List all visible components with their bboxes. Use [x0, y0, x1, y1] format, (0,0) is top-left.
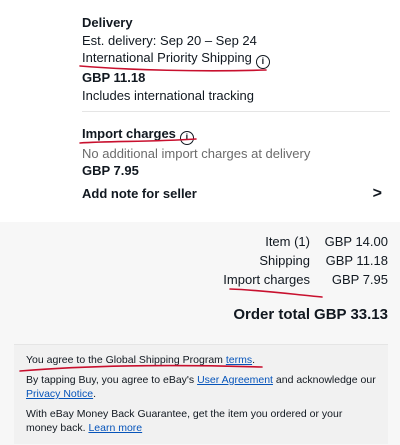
gsp-terms-link[interactable]: terms — [226, 354, 252, 366]
shipping-method[interactable]: International Priority Shipping i — [82, 50, 390, 69]
buy-agreement: By tapping Buy, you agree to eBay's User… — [26, 373, 376, 401]
summary-value: GBP 7.95 — [331, 272, 388, 287]
chevron-right-icon: > — [372, 185, 382, 202]
summary-label: Import charges — [223, 272, 310, 287]
user-agreement-link[interactable]: User Agreement — [197, 374, 273, 386]
mbg-text: With eBay Money Back Guarantee, get the … — [26, 408, 343, 434]
order-total-value: GBP 33.13 — [314, 306, 388, 323]
summary-label: Item (1) — [265, 234, 310, 249]
import-charges-heading[interactable]: Import charges i — [82, 126, 390, 145]
order-total-label: Order total — [233, 306, 310, 323]
summary-row-shipping: Shipping GBP 11.18 — [259, 253, 388, 269]
legal-notice: You agree to the Global Shipping Program… — [14, 344, 388, 444]
tap-text-middle: and acknowledge our — [272, 374, 376, 386]
import-charges-note: No additional import charges at delivery — [82, 146, 311, 161]
delivery-estimate: Est. delivery: Sep 20 – Sep 24 — [82, 33, 257, 48]
gsp-text: You agree to the Global Shipping Program — [26, 354, 226, 366]
summary-row-item: Item (1) GBP 14.00 — [265, 234, 388, 250]
checkout-details-card: Delivery Est. delivery: Sep 20 – Sep 24 … — [0, 0, 400, 222]
gsp-period: . — [252, 354, 255, 366]
import-charges-label: Import charges — [82, 126, 176, 141]
summary-value: GBP 11.18 — [325, 253, 388, 268]
summary-value: GBP 14.00 — [324, 234, 388, 249]
shipping-price: GBP 11.18 — [82, 70, 146, 85]
shipping-method-label: International Priority Shipping — [82, 50, 252, 65]
tracking-note: Includes international tracking — [82, 88, 254, 103]
info-circle-icon[interactable]: i — [255, 55, 270, 69]
learn-more-link[interactable]: Learn more — [88, 422, 142, 434]
summary-row-import: Import charges GBP 7.95 — [223, 272, 388, 288]
delivery-section: Delivery Est. delivery: Sep 20 – Sep 24 … — [82, 15, 390, 104]
add-note-label: Add note for seller — [82, 186, 197, 201]
info-circle-icon[interactable]: i — [179, 131, 194, 145]
delivery-heading: Delivery — [82, 15, 133, 30]
gsp-agreement: You agree to the Global Shipping Program… — [26, 353, 376, 367]
import-charges-section: Import charges i No additional import cha… — [82, 126, 390, 179]
order-total-row: Order total GBP 33.13 — [233, 306, 388, 323]
privacy-notice-link[interactable]: Privacy Notice — [26, 388, 93, 400]
tap-period: . — [93, 388, 97, 400]
section-divider — [82, 111, 390, 112]
money-back-guarantee: With eBay Money Back Guarantee, get the … — [26, 407, 376, 435]
add-note-for-seller-row[interactable]: Add note for seller > — [82, 184, 382, 204]
import-charges-price: GBP 7.95 — [82, 163, 139, 178]
tap-text: By tapping Buy, you agree to eBay's — [26, 374, 198, 386]
summary-label: Shipping — [259, 253, 310, 268]
